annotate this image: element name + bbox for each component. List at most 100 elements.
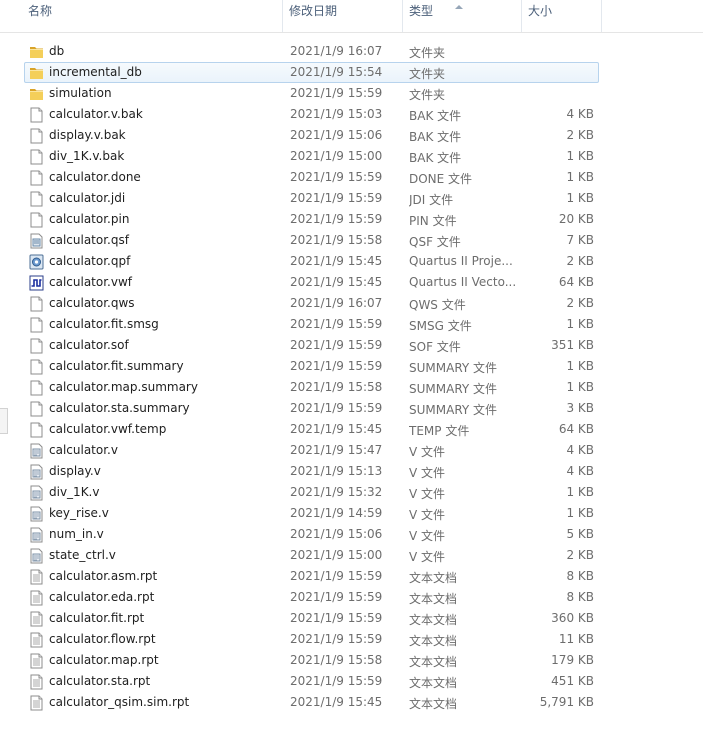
file-row[interactable]: calculator.fit.smsg 2021/1/9 15:59 SMSG 文件… (24, 314, 599, 335)
file-name: calculator.fit.rpt (49, 611, 145, 625)
file-size: 179 KB (551, 653, 594, 667)
file-name: state_ctrl.v (49, 548, 116, 562)
file-row[interactable]: div_1K.v.bak 2021/1/9 15:00 BAK 文件 1 KB (24, 146, 599, 167)
file-row[interactable]: calculator.jdi 2021/1/9 15:59 JDI 文件 1 KB (24, 188, 599, 209)
file-type: BAK 文件 (409, 109, 462, 123)
file-row[interactable]: key_rise.v 2021/1/9 14:59 V 文件 1 KB (24, 503, 599, 524)
file-row[interactable]: num_in.v 2021/1/9 15:06 V 文件 5 KB (24, 524, 599, 545)
file-modified-date: 2021/1/9 15:59 (290, 191, 383, 205)
file-row[interactable]: display.v.bak 2021/1/9 15:06 BAK 文件 2 KB (24, 125, 599, 146)
file-icon (29, 359, 44, 375)
file-name: calculator.flow.rpt (49, 632, 156, 646)
file-row[interactable]: calculator.vwf.temp 2021/1/9 15:45 TEMP 文件… (24, 419, 599, 440)
v-file-icon (29, 485, 44, 501)
file-modified-date: 2021/1/9 15:59 (290, 611, 383, 625)
file-type: 文本文档 (409, 571, 458, 585)
file-modified-date: 2021/1/9 15:58 (290, 653, 383, 667)
file-icon (29, 170, 44, 186)
column-header-size[interactable]: 大小 (522, 0, 602, 32)
file-modified-date: 2021/1/9 15:58 (290, 233, 383, 247)
file-row[interactable]: calculator.map.rpt 2021/1/9 15:58 文本文档 179 … (24, 650, 599, 671)
file-type: 文件夹 (409, 46, 446, 60)
file-modified-date: 2021/1/9 15:59 (290, 359, 383, 373)
pane-resize-handle[interactable] (0, 408, 8, 434)
file-name: display.v.bak (49, 128, 126, 142)
file-size: 1 KB (566, 485, 594, 499)
file-name: calculator.sof (49, 338, 129, 352)
folder-icon (29, 86, 44, 102)
file-row[interactable]: calculator.sta.rpt 2021/1/9 15:59 文本文档 451 … (24, 671, 599, 692)
file-name: calculator.map.summary (49, 380, 198, 394)
file-row[interactable]: calculator.vwf 2021/1/9 15:45 Quartus II V… (24, 272, 599, 293)
file-row[interactable]: calculator.fit.rpt 2021/1/9 15:59 文本文档 360 … (24, 608, 599, 629)
v-file-icon (29, 443, 44, 459)
file-row[interactable]: calculator.fit.summary 2021/1/9 15:59 SUMM… (24, 356, 599, 377)
file-name: calculator.eda.rpt (49, 590, 155, 604)
file-name: calculator.jdi (49, 191, 126, 205)
column-header-name[interactable]: 名称 (22, 0, 283, 32)
file-type: SMSG 文件 (409, 319, 472, 333)
text-document-icon (29, 674, 44, 690)
v-file-icon (29, 464, 44, 480)
folder-row[interactable]: db 2021/1/9 16:07 文件夹 (24, 41, 599, 62)
file-icon (29, 191, 44, 207)
folder-row[interactable]: simulation 2021/1/9 15:59 文件夹 (24, 83, 599, 104)
file-row[interactable]: calculator.qsf 2021/1/9 15:58 QSF 文件 7 KB (24, 230, 599, 251)
file-modified-date: 2021/1/9 15:47 (290, 443, 383, 457)
file-row[interactable]: calculator.v 2021/1/9 15:47 V 文件 4 KB (24, 440, 599, 461)
file-name: calculator.vwf (49, 275, 133, 289)
file-type: 文本文档 (409, 613, 458, 627)
file-modified-date: 2021/1/9 16:07 (290, 44, 383, 58)
file-name: simulation (49, 86, 112, 100)
file-modified-date: 2021/1/9 15:32 (290, 485, 383, 499)
file-size: 451 KB (551, 674, 594, 688)
file-icon (29, 128, 44, 144)
file-row[interactable]: calculator.pin 2021/1/9 15:59 PIN 文件 20 KB (24, 209, 599, 230)
file-icon (29, 107, 44, 123)
file-row[interactable]: calculator.sof 2021/1/9 15:59 SOF 文件 351 KB (24, 335, 599, 356)
file-row[interactable]: calculator.map.summary 2021/1/9 15:58 SUMM… (24, 377, 599, 398)
file-name: display.v (49, 464, 101, 478)
file-modified-date: 2021/1/9 15:00 (290, 149, 383, 163)
v-file-icon (29, 527, 44, 543)
file-name: db (49, 44, 65, 58)
column-header-date[interactable]: 修改日期 (283, 0, 403, 32)
file-type: V 文件 (409, 487, 446, 501)
file-row[interactable]: calculator.done 2021/1/9 15:59 DONE 文件 1 KB (24, 167, 599, 188)
file-row[interactable]: calculator_qsim.sim.rpt 2021/1/9 15:45 文本文… (24, 692, 599, 713)
file-row[interactable]: calculator.qpf 2021/1/9 15:45 Quartus II P… (24, 251, 599, 272)
file-name: calculator.fit.summary (49, 359, 184, 373)
file-type: Quartus II Vecto... (409, 275, 517, 289)
file-icon (29, 422, 44, 438)
file-modified-date: 2021/1/9 15:00 (290, 548, 383, 562)
file-size: 1 KB (566, 506, 594, 520)
file-size: 8 KB (566, 569, 594, 583)
file-row[interactable]: calculator.eda.rpt 2021/1/9 15:59 文本文档 8 KB (24, 587, 599, 608)
file-row[interactable]: display.v 2021/1/9 15:13 V 文件 4 KB (24, 461, 599, 482)
file-size: 4 KB (566, 464, 594, 478)
file-modified-date: 2021/1/9 15:54 (290, 65, 383, 79)
file-type: TEMP 文件 (409, 424, 470, 438)
file-type: 文件夹 (409, 88, 446, 102)
file-row[interactable]: calculator.asm.rpt 2021/1/9 15:59 文本文档 8 KB (24, 566, 599, 587)
file-row[interactable]: state_ctrl.v 2021/1/9 15:00 V 文件 2 KB (24, 545, 599, 566)
file-row[interactable]: calculator.sta.summary 2021/1/9 15:59 SUMM… (24, 398, 599, 419)
file-row[interactable]: calculator.qws 2021/1/9 16:07 QWS 文件 2 KB (24, 293, 599, 314)
file-modified-date: 2021/1/9 15:59 (290, 212, 383, 226)
file-type: SUMMARY 文件 (409, 361, 498, 375)
file-modified-date: 2021/1/9 15:59 (290, 86, 383, 100)
file-type: SOF 文件 (409, 340, 461, 354)
file-icon (29, 338, 44, 354)
file-size: 1 KB (566, 170, 594, 184)
v-file-icon (29, 548, 44, 564)
file-row[interactable]: calculator.flow.rpt 2021/1/9 15:59 文本文档 11 … (24, 629, 599, 650)
file-modified-date: 2021/1/9 15:03 (290, 107, 383, 121)
file-size: 5 KB (566, 527, 594, 541)
folder-row[interactable]: incremental_db 2021/1/9 15:54 文件夹 (24, 62, 599, 83)
column-header-bar: 名称 修改日期 类型 大小 (0, 0, 703, 33)
file-row[interactable]: calculator.v.bak 2021/1/9 15:03 BAK 文件 4 KB (24, 104, 599, 125)
text-document-icon (29, 590, 44, 606)
file-modified-date: 2021/1/9 15:45 (290, 254, 383, 268)
file-row[interactable]: div_1K.v 2021/1/9 15:32 V 文件 1 KB (24, 482, 599, 503)
file-name: calculator.pin (49, 212, 130, 226)
